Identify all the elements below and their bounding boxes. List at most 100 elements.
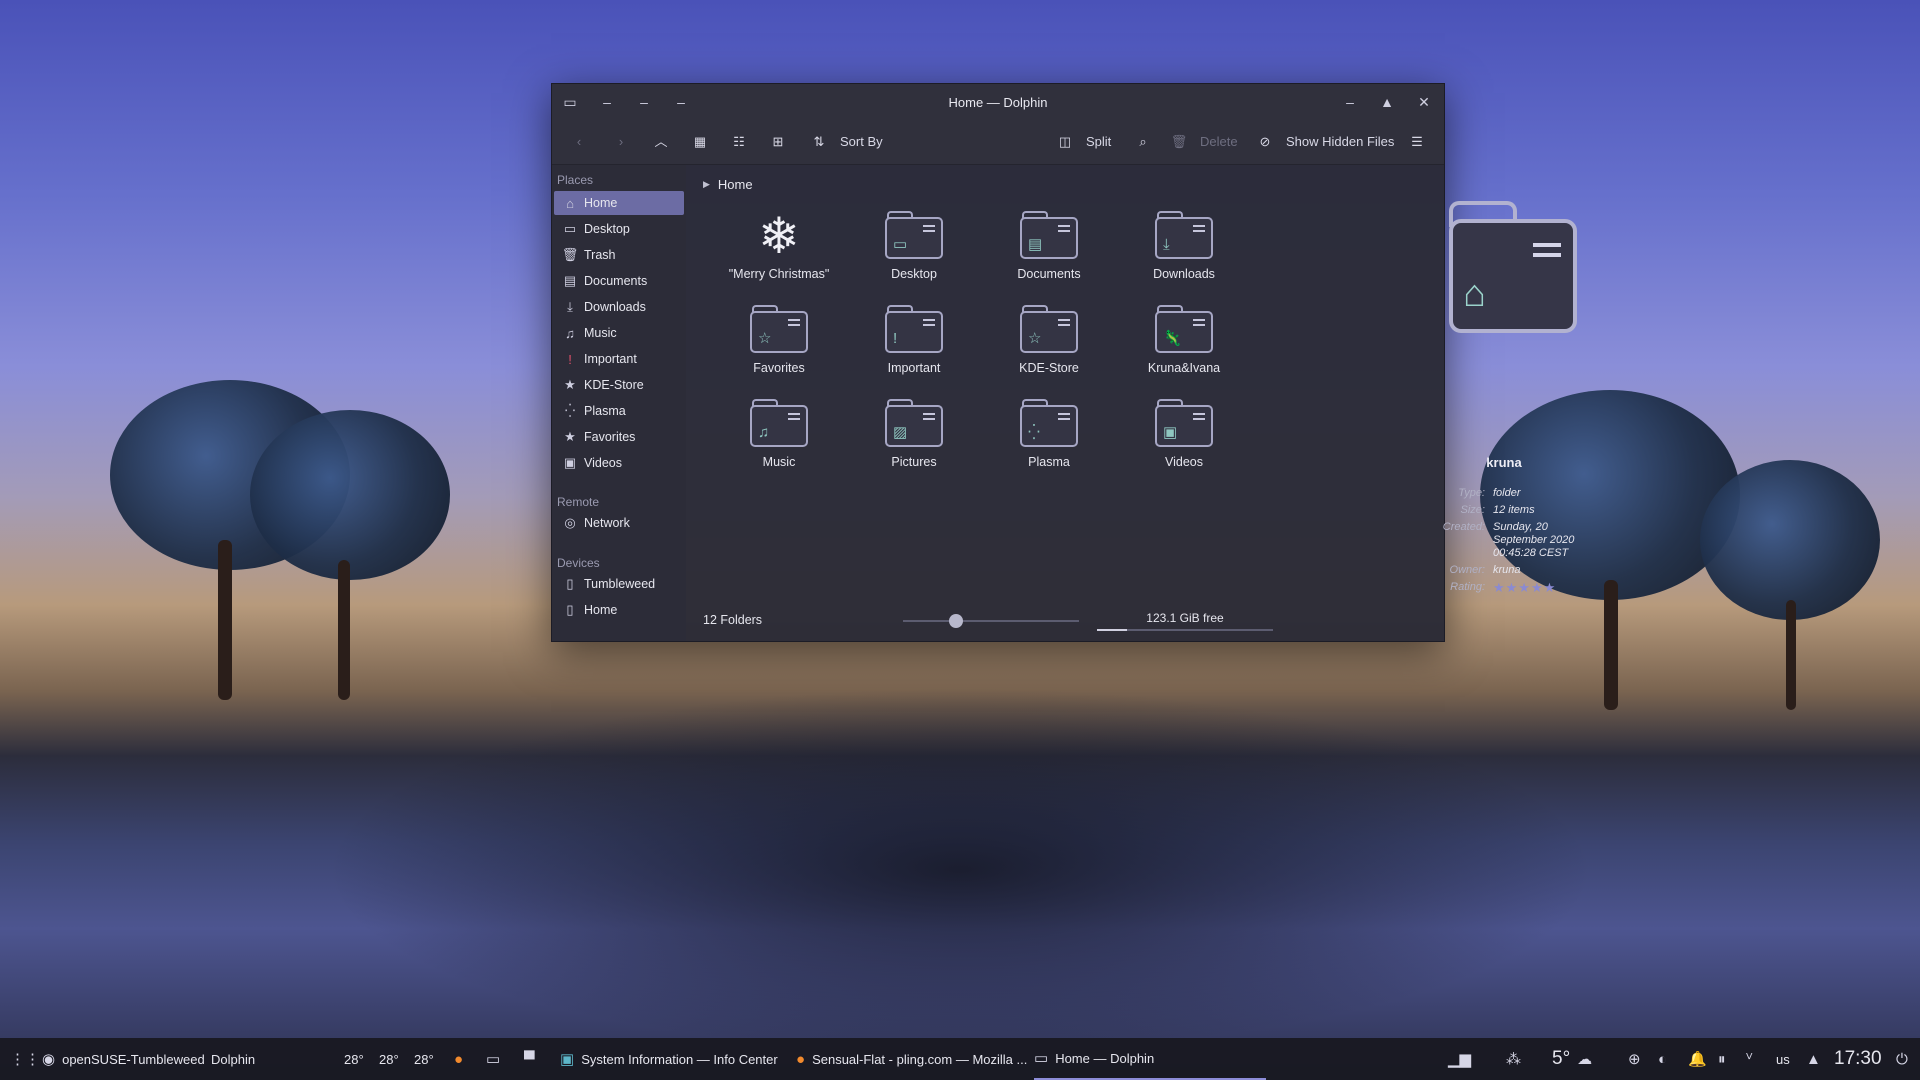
notifications-bell-icon[interactable]: 🔔 — [1688, 1038, 1707, 1080]
details-view-button[interactable]: ⊞ — [767, 130, 789, 154]
tray-night-color-icon[interactable]: ◐ — [1658, 1038, 1667, 1080]
maximize-button[interactable]: ▲ — [1377, 92, 1397, 112]
sidebar-item-plasma[interactable]: ⁛ Plasma — [554, 399, 684, 423]
task-firefox[interactable]: ● Sensual-Flat - pling.com — Mozilla ... — [796, 1038, 1027, 1080]
distro-label: openSUSE-Tumbleweed — [62, 1051, 205, 1067]
file-item[interactable]: ☆ KDE-Store — [989, 305, 1109, 375]
info-rating-row: Rating: ★★★★★ — [1450, 580, 1557, 595]
sort-by-label: Sort By — [840, 134, 883, 149]
files-launcher[interactable]: ▭ — [486, 1038, 500, 1080]
sidebar-item-home[interactable]: ▯ Home — [554, 598, 684, 622]
file-item[interactable]: ⤓ Downloads — [1124, 211, 1244, 281]
file-item-label: Music — [762, 455, 796, 469]
file-item[interactable]: ▨ Pictures — [854, 399, 974, 469]
title-bar[interactable]: ▭ – – – Home — Dolphin – ▲ ✕ — [552, 84, 1444, 120]
sidebar-item-documents[interactable]: ▤ Documents — [554, 269, 684, 293]
zoom-slider[interactable] — [903, 614, 1079, 628]
pager[interactable]: ▀ — [524, 1038, 535, 1080]
global-menu-app[interactable]: Dolphin — [211, 1038, 255, 1080]
distro-menu[interactable]: ◉ openSUSE-Tumbleweed — [42, 1038, 205, 1080]
sidebar-item-videos[interactable]: ▣ Videos — [554, 451, 684, 475]
compact-view-button[interactable]: ☷ — [728, 130, 750, 154]
file-item[interactable]: ▭ Desktop — [854, 211, 974, 281]
trash-icon: 🗑 — [561, 247, 579, 262]
search-button[interactable]: ⌕ — [1132, 130, 1154, 154]
tray-updates-icon[interactable]: ⊕ — [1628, 1038, 1641, 1080]
sidebar-item-trash[interactable]: 🗑 Trash — [554, 243, 684, 267]
minimize-button[interactable]: – — [1340, 92, 1360, 112]
sidebar-item-network[interactable]: ◎ Network — [554, 511, 684, 535]
task-dolphin[interactable]: ▭ Home — Dolphin — [1034, 1038, 1266, 1080]
opensuse-logo-icon: ◉ — [42, 1051, 56, 1068]
zoom-slider-handle[interactable] — [948, 614, 963, 628]
free-space-label: 123.1 GiB free — [1146, 611, 1224, 625]
digital-clock[interactable]: 17:30 — [1834, 1038, 1882, 1080]
kde-store-folder-icon: ☆ — [1020, 305, 1078, 353]
places-section-label: Places — [557, 173, 594, 187]
sidebar-item-important[interactable]: ! Important — [554, 347, 684, 371]
file-item-label: KDE-Store — [1019, 361, 1079, 375]
info-name: kruna — [1486, 455, 1522, 470]
videos-icon: ▣ — [563, 455, 577, 470]
home-icon: ⌂ — [566, 195, 574, 211]
music-folder-icon: ♫ — [750, 399, 808, 447]
forward-button[interactable]: › — [610, 130, 632, 154]
documents-folder-icon: ▤ — [1020, 211, 1078, 259]
icons-view-button[interactable]: ▦ — [689, 130, 711, 154]
file-item[interactable]: ▤ Documents — [989, 211, 1109, 281]
sidebar-item-label: Trash — [584, 248, 616, 262]
close-button[interactable]: ✕ — [1414, 92, 1434, 112]
weather-widget[interactable]: 5° ☁ — [1552, 1038, 1592, 1080]
sidebar-item-downloads[interactable]: ⤓ Downloads — [554, 295, 684, 319]
sidebar-item-kde-store[interactable]: ★ KDE-Store — [554, 373, 684, 397]
split-label: Split — [1086, 134, 1112, 149]
tray-expand-arrow-icon[interactable]: ▲ — [1806, 1038, 1821, 1080]
file-item-label: Desktop — [891, 267, 937, 281]
tray-media-icon[interactable]: ⏸ — [1718, 1038, 1726, 1080]
details-view-icon: ⊞ — [772, 134, 784, 149]
file-item[interactable]: ☆ Favorites — [719, 305, 839, 375]
chevron-right-icon: ▶ — [703, 179, 710, 189]
file-item[interactable]: ! Important — [854, 305, 974, 375]
back-button[interactable]: ‹ — [568, 130, 590, 154]
sidebar-item-favorites[interactable]: ★ Favorites — [554, 425, 684, 449]
sort-by-button[interactable]: ⇅ Sort By — [808, 130, 883, 154]
temperature-1: 28° — [344, 1051, 364, 1067]
kruna-ivana-folder-icon: 🦎 — [1155, 305, 1213, 353]
firefox-launcher[interactable]: ● — [454, 1038, 463, 1080]
sidebar-item-music[interactable]: ♫ Music — [554, 321, 684, 345]
file-item[interactable]: ⁛ Plasma — [989, 399, 1109, 469]
file-item[interactable]: ♫ Music — [719, 399, 839, 469]
breadcrumb-home[interactable]: Home — [718, 177, 753, 192]
breadcrumb[interactable]: ▶ Home — [703, 177, 753, 192]
sidebar-item-home[interactable]: ⌂ Home — [554, 191, 684, 215]
file-item[interactable]: ❄ "Merry Christmas" — [719, 211, 839, 281]
sidebar-item-label: Favorites — [584, 430, 636, 444]
favorites-folder-icon: ☆ — [750, 305, 808, 353]
sidebar-item-desktop[interactable]: ▭ Desktop — [554, 217, 684, 241]
task-info-center[interactable]: ▣ System Information — Info Center — [560, 1038, 778, 1080]
hamburger-menu-button[interactable]: ☰ — [1406, 130, 1428, 154]
split-button[interactable]: ◫ Split — [1054, 130, 1111, 154]
application-launcher-button[interactable]: ⋮⋮ — [10, 1038, 40, 1080]
file-item-label: Important — [887, 361, 941, 375]
tree-left-2-trunk — [338, 560, 350, 700]
firefox-icon: ● — [796, 1050, 806, 1068]
tray-cpu-icon[interactable]: ▁▆ — [1448, 1038, 1471, 1080]
show-hidden-files-button[interactable]: ⊘ Show Hidden Files — [1254, 130, 1395, 154]
plasma-folder-icon: ⁛ — [1020, 399, 1078, 447]
file-item[interactable]: ▣ Videos — [1124, 399, 1244, 469]
keyboard-layout[interactable]: us — [1776, 1038, 1790, 1080]
up-button[interactable]: ︿ — [650, 130, 672, 154]
power-icon[interactable]: ⏻ — [1896, 1038, 1908, 1080]
delete-button[interactable]: 🗑 Delete — [1168, 130, 1238, 154]
drive-icon: ▯ — [566, 576, 574, 591]
star-icon: ★ — [564, 377, 576, 392]
sidebar-item-tumbleweed[interactable]: ▯ Tumbleweed — [554, 572, 684, 596]
file-item-label: "Merry Christmas" — [728, 267, 830, 281]
tray-network-icon[interactable]: ⁂ — [1506, 1038, 1521, 1080]
rating-stars[interactable]: ★★★★★ — [1493, 580, 1556, 595]
file-item[interactable]: 🦎 Kruna&Ivana — [1124, 305, 1244, 375]
tray-vpn-icon[interactable]: ⱽ — [1746, 1038, 1752, 1080]
desktop-icon: ▭ — [563, 221, 577, 236]
